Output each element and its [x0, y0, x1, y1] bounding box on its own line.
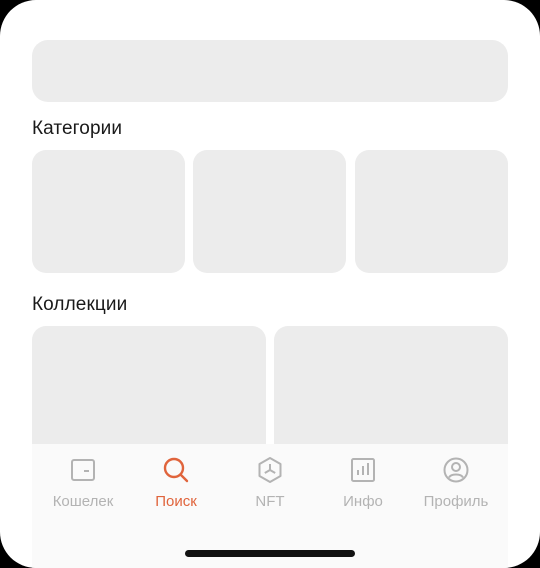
tab-profile[interactable]: Профиль: [408, 456, 504, 518]
tab-wallet[interactable]: Кошелек: [35, 456, 131, 518]
bar-chart-icon: [351, 458, 375, 482]
tab-search-label: Поиск: [155, 493, 197, 510]
collections-title: Коллекции: [32, 294, 128, 315]
tab-nft-label: NFT: [255, 493, 285, 510]
categories-title: Категории: [32, 118, 123, 139]
search-icon: [163, 457, 189, 483]
app-screen: Категории Коллекции Кошелек Поиск NFT Ин…: [0, 0, 540, 568]
home-indicator[interactable]: [185, 550, 355, 557]
tab-info-label: Инфо: [343, 493, 383, 510]
category-card-placeholder[interactable]: [193, 150, 346, 273]
profile-icon: [443, 457, 469, 483]
tab-profile-label: Профиль: [423, 493, 489, 510]
tab-info[interactable]: Инфо: [315, 456, 411, 518]
nft-hexagon-icon: [258, 457, 282, 483]
wallet-icon: [71, 459, 95, 481]
category-card-placeholder[interactable]: [355, 150, 508, 273]
tab-nft[interactable]: NFT: [222, 456, 318, 518]
tab-wallet-label: Кошелек: [52, 493, 114, 510]
tab-search[interactable]: Поиск: [128, 456, 224, 518]
category-card-placeholder[interactable]: [32, 150, 185, 273]
search-bar-placeholder[interactable]: [32, 40, 508, 102]
